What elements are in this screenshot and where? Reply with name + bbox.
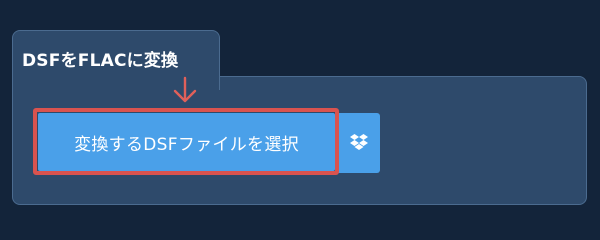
- dropbox-icon: [349, 134, 368, 150]
- panel-title: DSFをFLACに変換: [22, 51, 179, 71]
- arrow-down-icon: [173, 76, 197, 103]
- select-file-button[interactable]: 変換するDSFファイルを選択: [38, 113, 335, 171]
- dropbox-button[interactable]: [337, 113, 380, 173]
